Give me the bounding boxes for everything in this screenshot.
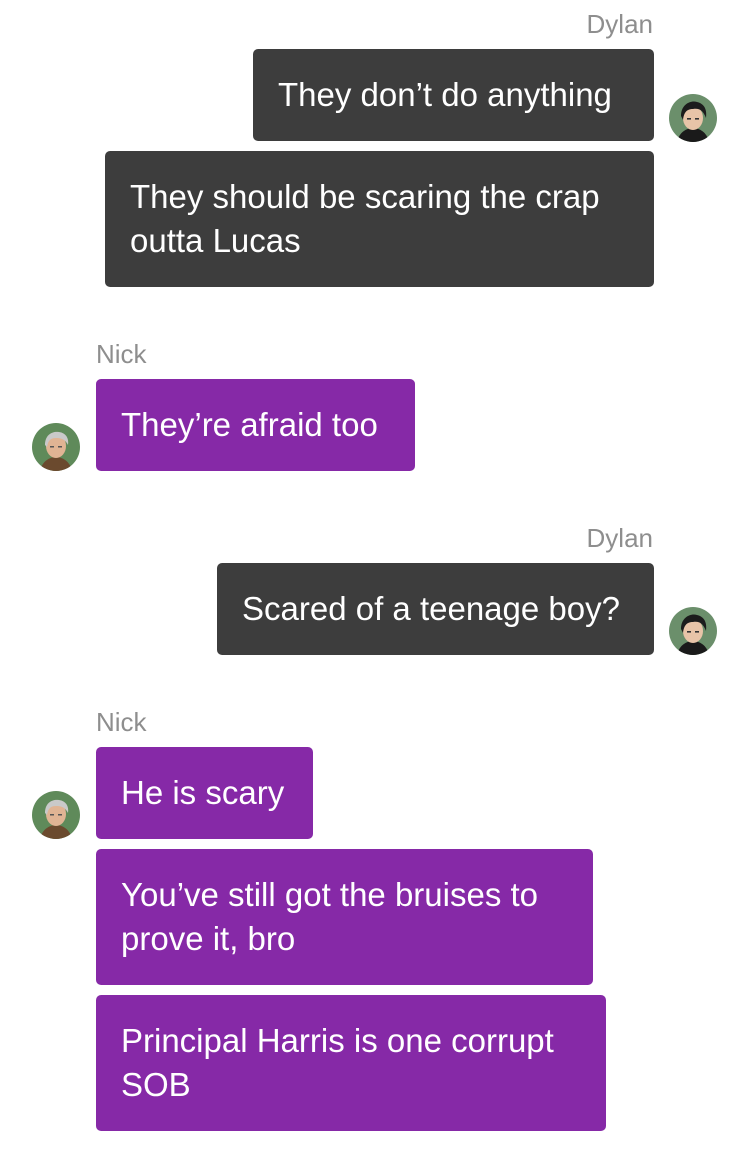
dylan-avatar-icon[interactable] <box>669 94 717 142</box>
message-bubble[interactable]: You’ve still got the bruises to prove it… <box>96 849 593 985</box>
nick-avatar-icon[interactable] <box>32 423 80 471</box>
message-bubble[interactable]: They’re afraid too <box>96 379 415 471</box>
dylan-avatar-icon[interactable] <box>669 607 717 655</box>
message-bubble[interactable]: Scared of a teenage boy? <box>217 563 654 655</box>
sender-name-nick: Nick <box>96 339 147 369</box>
message-bubble[interactable]: They don’t do anything <box>253 49 654 141</box>
message-bubble[interactable]: Principal Harris is one corrupt SOB <box>96 995 606 1131</box>
message-bubble[interactable]: They should be scaring the crap outta Lu… <box>105 151 654 287</box>
sender-name-dylan: Dylan <box>586 523 653 553</box>
message-bubble[interactable]: He is scary <box>96 747 313 839</box>
nick-avatar-icon[interactable] <box>32 791 80 839</box>
sender-name-dylan: Dylan <box>586 9 653 39</box>
sender-name-nick: Nick <box>96 707 147 737</box>
